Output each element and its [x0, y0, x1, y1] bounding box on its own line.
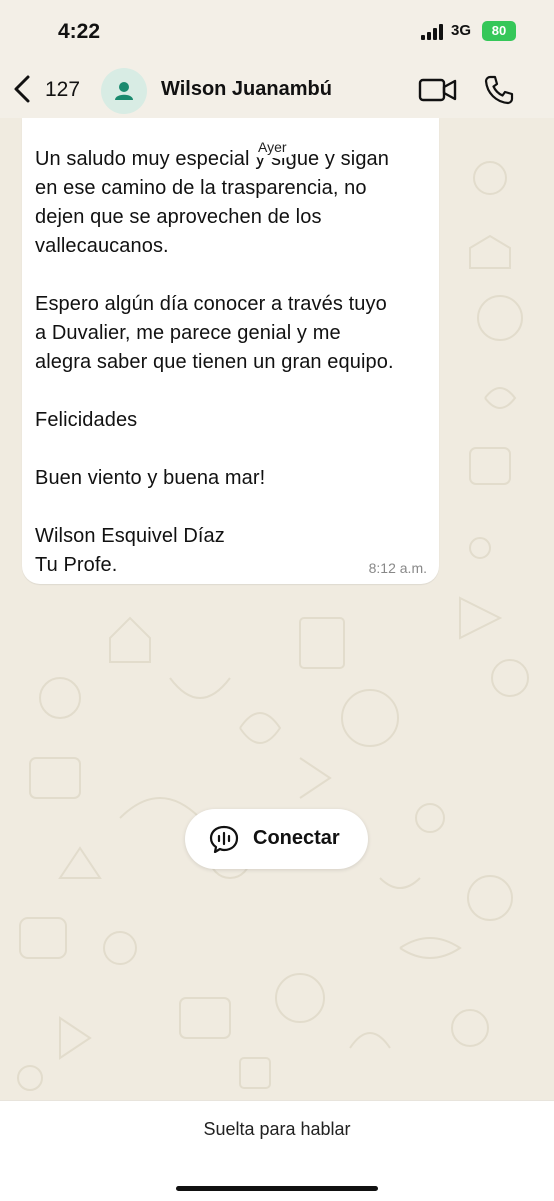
battery-indicator: 80: [482, 21, 516, 41]
home-indicator[interactable]: [176, 1186, 378, 1191]
connect-icon: [209, 825, 239, 853]
status-bar: 4:22 3G 80: [0, 0, 554, 62]
video-call-icon[interactable]: [418, 76, 458, 104]
date-separator: Ayer: [250, 136, 295, 158]
contact-name[interactable]: Wilson Juanambú: [161, 78, 332, 101]
contact-avatar[interactable]: [101, 68, 147, 114]
signal-icon: [421, 24, 443, 40]
connect-button[interactable]: Conectar: [185, 809, 368, 869]
message-time: 8:12 a.m.: [368, 560, 427, 576]
phone-call-icon[interactable]: [483, 74, 515, 106]
network-type: 3G: [451, 22, 472, 39]
back-chevron-icon[interactable]: [10, 74, 36, 104]
chat-header: 127 Wilson Juanambú: [0, 62, 554, 118]
contact-avatar-icon: [115, 82, 133, 100]
status-time: 4:22: [58, 20, 101, 43]
release-to-talk-hint: Suelta para hablar: [203, 1119, 351, 1139]
message-bubble[interactable]: Un saludo muy especial y sigue y sigan e…: [22, 118, 439, 584]
connect-label: Conectar: [253, 827, 340, 849]
message-text: Un saludo muy especial y sigue y sigan e…: [35, 148, 394, 576]
bottom-bar: Suelta para hablar: [0, 1100, 554, 1201]
back-unread-count[interactable]: 127: [45, 78, 80, 102]
